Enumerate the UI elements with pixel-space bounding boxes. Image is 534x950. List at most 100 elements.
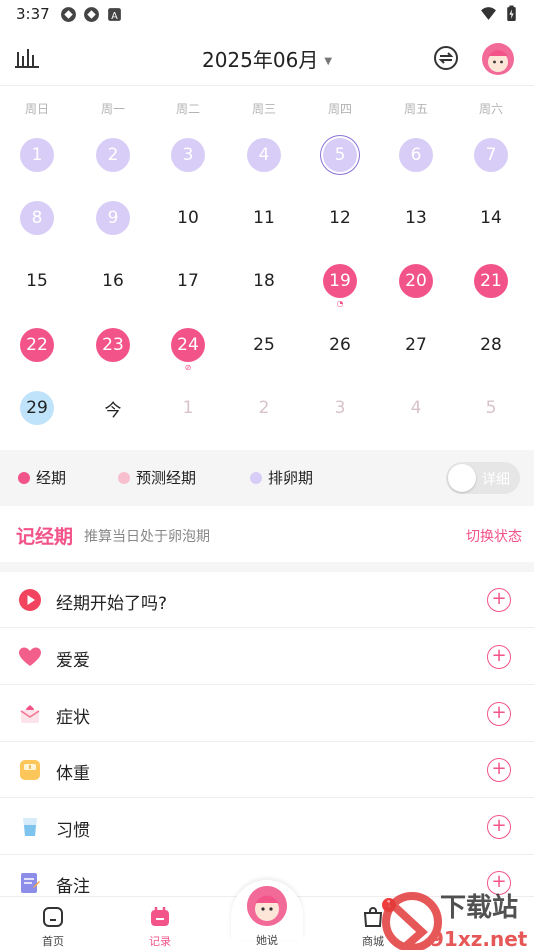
status-icons-right — [480, 5, 520, 22]
calendar-day[interactable]: 24 — [171, 328, 205, 362]
list-label: 经期开始了吗? — [56, 594, 168, 614]
detail-toggle[interactable]: 详细 — [446, 462, 520, 494]
calendar-day[interactable]: 2 — [247, 391, 281, 425]
watermark: 下载站 91xz.net — [364, 886, 534, 950]
legend-predicted-label: 预测经期 — [136, 469, 197, 487]
calendar-day[interactable]: 5 — [323, 138, 357, 172]
calendar-day[interactable]: 29 — [20, 391, 54, 425]
play-icon — [19, 589, 41, 611]
calendar-day[interactable]: 1 — [171, 391, 205, 425]
record-title: 记经期 — [16, 526, 74, 548]
nav-she-says-label: 她说 — [256, 934, 278, 947]
weekday-row: 周日 周一 周二 周三 周四 周五 周六 — [0, 100, 534, 120]
avatar[interactable] — [481, 42, 515, 76]
calendar-day[interactable]: 25 — [247, 328, 281, 362]
avatar-icon[interactable] — [247, 886, 287, 926]
weekday-label: 周一 — [100, 102, 125, 116]
calendar-day[interactable]: 13 — [399, 201, 433, 235]
record-subtitle: 推算当日处于卵泡期 — [84, 529, 210, 545]
list-item-period-start[interactable]: 经期开始了吗? + — [0, 572, 534, 628]
calendar-day[interactable]: 22 — [20, 328, 54, 362]
weekday-label: 周二 — [175, 102, 200, 116]
legend-period-dot — [18, 471, 30, 484]
battery-charging-icon — [507, 5, 516, 21]
calendar-day[interactable]: 21 — [474, 264, 508, 298]
calendar-day[interactable]: 4 — [247, 138, 281, 172]
calendar-day[interactable]: 今 — [96, 391, 130, 425]
calendar-day[interactable]: 20 — [399, 264, 433, 298]
calendar-day[interactable]: 2 — [96, 138, 130, 172]
record-period-row: 记经期 推算当日处于卵泡期 切换状态 — [0, 506, 534, 562]
list-label: 症状 — [56, 708, 90, 728]
heart-icon — [19, 647, 41, 666]
sync-toggle-icon[interactable] — [432, 44, 460, 72]
calendar-icon — [151, 907, 169, 926]
nav-home-label: 首页 — [42, 935, 64, 948]
calendar-day[interactable]: 3 — [171, 138, 205, 172]
calendar-day[interactable]: 7 — [474, 138, 508, 172]
add-button[interactable]: + — [487, 758, 511, 782]
add-button[interactable]: + — [487, 588, 511, 612]
calendar-day[interactable]: 4 — [399, 391, 433, 425]
chevron-down-icon: ▼ — [324, 56, 333, 67]
legend-period: 经期 — [18, 467, 66, 488]
notification-a-icon: A — [108, 8, 121, 22]
calendar-day[interactable]: 28 — [474, 328, 508, 362]
calendar-day[interactable]: 1 — [20, 138, 54, 172]
legend-predicted-dot — [118, 471, 130, 484]
calendar-day[interactable]: 17 — [171, 264, 205, 298]
legend-bar: 经期 预测经期 排卵期 详细 — [0, 450, 534, 506]
calendar-day[interactable]: 11 — [247, 201, 281, 235]
calendar-day[interactable]: 9 — [96, 201, 130, 235]
add-button[interactable]: + — [487, 702, 511, 726]
calendar-day[interactable]: 18 — [247, 264, 281, 298]
header: 2025年06月 ▼ — [0, 30, 534, 86]
period-end-marker-icon: ⊘ — [184, 363, 192, 372]
calendar-day[interactable]: 14 — [474, 201, 508, 235]
status-time: 3:37 — [16, 5, 50, 23]
list-label: 备注 — [56, 877, 90, 897]
switch-status-button[interactable]: 切换状态 — [466, 526, 522, 546]
nav-home[interactable]: 首页 — [13, 897, 93, 950]
add-button[interactable]: + — [487, 815, 511, 839]
list-item-habit[interactable]: 习惯 + — [0, 799, 534, 855]
section-divider — [0, 562, 534, 572]
scale-icon — [20, 760, 40, 780]
calendar-day[interactable]: 3 — [323, 391, 357, 425]
weekday-label: 周五 — [403, 102, 428, 116]
svg-text:A: A — [111, 11, 118, 22]
watermark-logo: 下载站 91xz.net — [382, 892, 528, 950]
calendar-day[interactable]: 12 — [323, 201, 357, 235]
calendar-day[interactable]: 23 — [96, 328, 130, 362]
calendar-day[interactable]: 15 — [20, 264, 54, 298]
list-item-weight[interactable]: 体重 + — [0, 742, 534, 798]
toggle-knob — [448, 464, 476, 492]
calendar-day[interactable]: 6 — [399, 138, 433, 172]
legend-ovulation-label: 排卵期 — [268, 469, 314, 487]
calendar-day[interactable]: 10 — [171, 201, 205, 235]
weekday-label: 周日 — [24, 102, 49, 116]
calendar-day[interactable]: 19 — [323, 264, 357, 298]
add-button[interactable]: + — [487, 645, 511, 669]
calendar-day[interactable]: 26 — [323, 328, 357, 362]
calendar-day[interactable]: 8 — [20, 201, 54, 235]
legend-period-label: 经期 — [36, 469, 67, 487]
list-label: 爱爱 — [56, 651, 90, 671]
status-bar: 3:37 A — [0, 0, 534, 28]
month-title: 2025年06月 — [201, 48, 319, 72]
nav-record-label: 记录 — [149, 935, 171, 948]
list-label: 习惯 — [56, 821, 90, 841]
weekday-label: 周六 — [478, 102, 503, 116]
list-item-symptom[interactable]: 症状 + — [0, 686, 534, 742]
note-icon — [21, 873, 40, 893]
list-item-love[interactable]: 爱爱 + — [0, 629, 534, 685]
calendar-day[interactable]: 5 — [474, 391, 508, 425]
status-icons-left: A — [60, 6, 123, 23]
nav-record[interactable]: 记录 — [120, 897, 200, 950]
watermark-title: 下载站 — [440, 893, 518, 923]
weekday-label: 周三 — [251, 102, 276, 116]
calendar-day[interactable]: 27 — [399, 328, 433, 362]
watermark-domain: 91xz.net — [430, 927, 528, 950]
sync-icon — [84, 7, 99, 22]
calendar-day[interactable]: 16 — [96, 264, 130, 298]
